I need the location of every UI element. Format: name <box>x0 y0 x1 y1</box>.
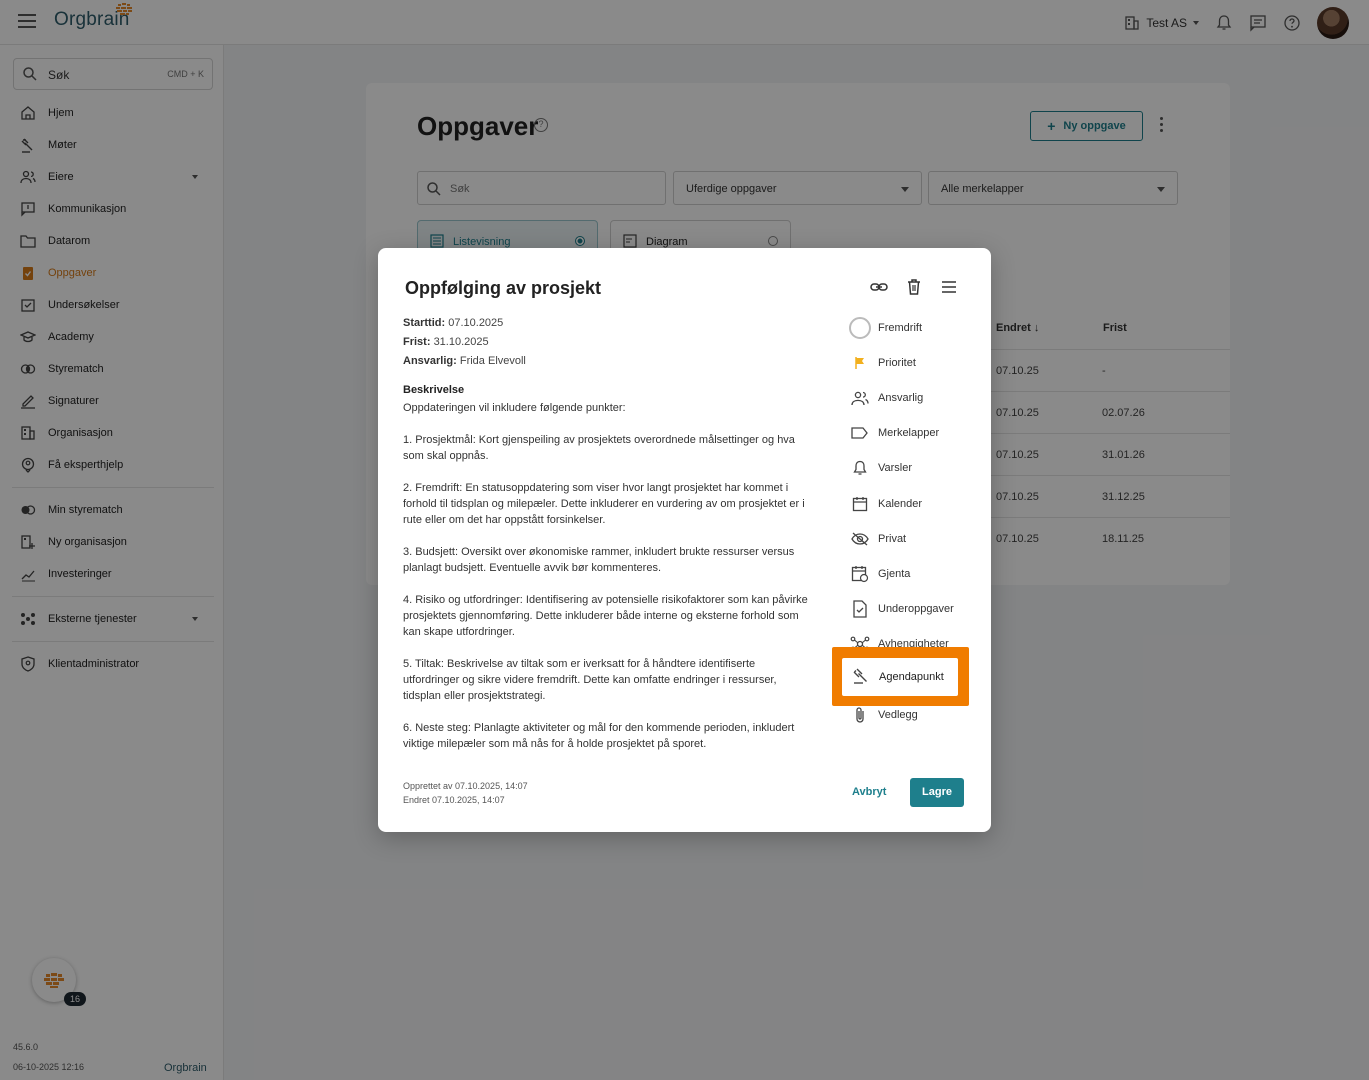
description-title: Beskrivelse <box>403 384 465 396</box>
menu-icon[interactable] <box>940 278 958 296</box>
flag-icon <box>849 352 871 374</box>
property-label: Fremdrift <box>878 321 922 334</box>
property-privat[interactable]: Privat <box>849 521 974 556</box>
link-icon[interactable] <box>870 278 888 296</box>
due-value: 31.10.2025 <box>433 336 489 348</box>
description-body: Oppdateringen vil inkludere følgende pun… <box>403 400 808 768</box>
due-label: Frist: <box>403 336 431 348</box>
eye-off-icon <box>849 528 871 550</box>
label-icon <box>849 422 871 444</box>
start-time: Starttid: 07.10.2025 <box>403 317 503 329</box>
created-info: Opprettet av 07.10.2025, 14:07 <box>403 781 528 791</box>
property-label: Gjenta <box>878 567 911 580</box>
dialog-title: Oppfølging av prosjekt <box>405 278 602 298</box>
responsible-label: Ansvarlig: <box>403 355 457 367</box>
progress-circle-icon <box>849 316 871 339</box>
subtask-icon <box>849 598 871 620</box>
property-fremdrift[interactable]: Fremdrift <box>849 310 974 345</box>
start-label: Starttid: <box>403 317 446 329</box>
gavel-icon <box>852 667 872 687</box>
property-label: Merkelapper <box>878 427 940 440</box>
task-dialog: Oppfølging av prosjekt Starttid: 07.10.2… <box>378 248 991 832</box>
agenda-item-button[interactable]: Agendapunkt <box>842 658 958 696</box>
property-ansvarlig[interactable]: Ansvarlig <box>849 380 974 415</box>
property-underoppgaver[interactable]: Underoppgaver <box>849 592 974 627</box>
responsible-value: Frida Elvevoll <box>459 355 526 367</box>
save-button[interactable]: Lagre <box>910 778 964 807</box>
description-point: 2. Fremdrift: En statusoppdatering som v… <box>403 482 805 526</box>
description-intro: Oppdateringen vil inkludere følgende pun… <box>403 402 626 414</box>
description-point: 3. Budsjett: Oversikt over økonomiske ra… <box>403 546 795 574</box>
description-point: 1. Prosjektmål: Kort gjenspeiling av pro… <box>403 434 795 462</box>
property-varsler[interactable]: Varsler <box>849 451 974 486</box>
property-label: Varsler <box>878 462 913 475</box>
due-date: Frist: 31.10.2025 <box>403 336 489 348</box>
description-point: 5. Tiltak: Beskrivelse av tiltak som er … <box>403 658 777 702</box>
property-merkelapper[interactable]: Merkelapper <box>849 416 974 451</box>
property-label: Underoppgaver <box>878 603 954 616</box>
calendar-icon <box>849 493 871 515</box>
property-label: Prioritet <box>878 356 916 369</box>
bell-icon <box>849 457 871 479</box>
property-label: Vedlegg <box>878 708 918 721</box>
changed-info: Endret 07.10.2025, 14:07 <box>403 795 505 805</box>
property-prioritet[interactable]: Prioritet <box>849 345 974 380</box>
cancel-button[interactable]: Avbryt <box>852 786 886 798</box>
property-label: Ansvarlig <box>878 391 924 404</box>
responsible: Ansvarlig: Frida Elvevoll <box>403 355 526 367</box>
description-point: 6. Neste steg: Planlagte aktiviteter og … <box>403 722 795 750</box>
property-label: Kalender <box>878 497 923 510</box>
paperclip-icon <box>849 704 871 726</box>
audit-info: Opprettet av 07.10.2025, 14:07 Endret 07… <box>403 779 528 807</box>
property-label: Privat <box>878 532 907 545</box>
people-icon <box>849 387 871 409</box>
agenda-item-label: Agendapunkt <box>879 671 944 683</box>
property-gjenta[interactable]: Gjenta <box>849 556 974 591</box>
start-value: 07.10.2025 <box>448 317 504 329</box>
trash-icon[interactable] <box>905 278 923 296</box>
description-point: 4. Risiko og utfordringer: Identifiserin… <box>403 594 808 638</box>
repeat-icon <box>849 563 871 585</box>
property-kalender[interactable]: Kalender <box>849 486 974 521</box>
